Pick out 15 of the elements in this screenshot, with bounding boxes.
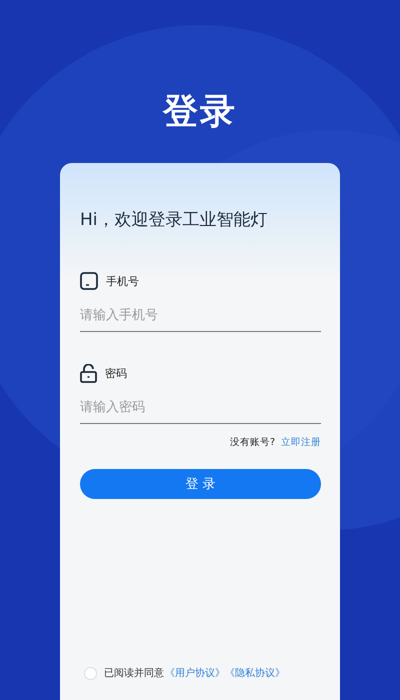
welcome-text: Hi，欢迎登录工业智能灯 — [80, 209, 269, 232]
register-prompt: 没有账号? — [230, 436, 275, 449]
phone-field[interactable]: 请输入手机号 — [80, 308, 321, 332]
lock-icon — [80, 364, 97, 382]
agreement-link[interactable]: 《用户协议》 — [165, 666, 225, 680]
field-label: 手机号 — [106, 274, 139, 288]
login-button[interactable]: 登 录 — [80, 469, 321, 499]
agreement-text: 已阅读并同意 — [104, 666, 164, 680]
field-label: 密码 — [105, 366, 127, 380]
password-field[interactable]: 请输入密码 — [80, 400, 321, 424]
agree-radio[interactable] — [84, 666, 97, 680]
page-title: 登录 — [163, 91, 237, 134]
agreement-link[interactable]: 《隐私协议》 — [225, 666, 285, 680]
register-link[interactable]: 立即注册 — [281, 436, 321, 449]
phone-icon — [80, 272, 98, 290]
